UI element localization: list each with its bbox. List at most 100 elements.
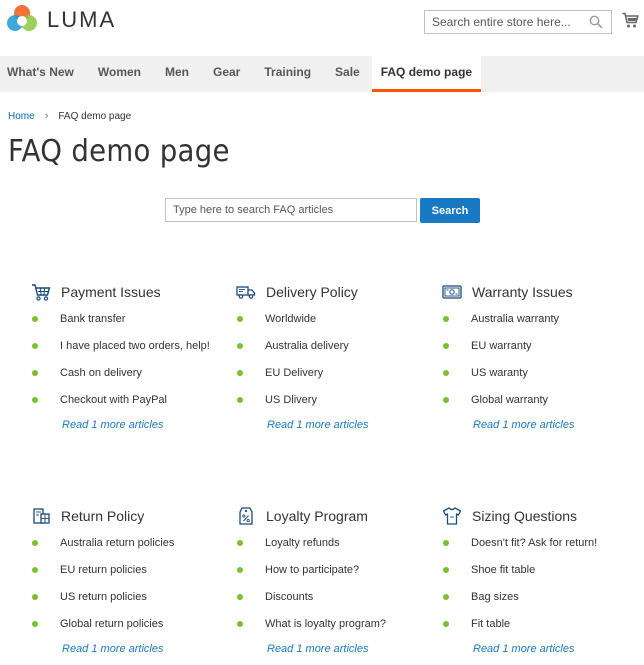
article-list: Worldwide Australia delivery EU Delivery… (236, 312, 436, 408)
category-header: Warranty Issues (442, 281, 642, 303)
bullet-icon (443, 370, 449, 376)
bullet-icon (237, 567, 243, 573)
article-title: Cash on delivery (60, 367, 142, 379)
article-link[interactable]: US Dlivery (236, 393, 436, 408)
article-list: Australia warranty EU warranty US warant… (442, 312, 642, 408)
article-list: Australia return policies EU return poli… (31, 536, 231, 632)
breadcrumb-current: FAQ demo page (58, 110, 132, 122)
article-title: Doesn't fit? Ask for return! (471, 537, 598, 549)
nav-item-sale[interactable]: Sale (323, 56, 372, 92)
faq-search-button[interactable]: Search (420, 198, 480, 223)
article-link[interactable]: US waranty (442, 366, 642, 381)
breadcrumb-separator: › (44, 110, 49, 122)
bullet-icon (32, 540, 38, 546)
article-title: Loyalty refunds (265, 537, 340, 549)
article-link[interactable]: What is loyalty program? (236, 617, 436, 632)
faq-search-box (165, 198, 417, 222)
category-title[interactable]: Delivery Policy (266, 284, 358, 300)
article-link[interactable]: Doesn't fit? Ask for return! (442, 536, 642, 551)
cart-icon[interactable] (622, 12, 639, 29)
article-title: Australia delivery (265, 340, 349, 352)
article-title: Worldwide (265, 313, 317, 325)
logo-text: LUMA (47, 7, 117, 32)
article-link[interactable]: Discounts (236, 590, 436, 605)
article-title: Bank transfer (60, 313, 126, 325)
nav-item-whats-new[interactable]: What's New (0, 56, 86, 92)
read-more-link[interactable]: Read 1 more articles (31, 643, 231, 655)
category-title[interactable]: Warranty Issues (472, 284, 573, 300)
article-link[interactable]: EU return policies (31, 563, 231, 578)
article-title: Australia warranty (471, 313, 560, 325)
category-title[interactable]: Payment Issues (61, 284, 161, 300)
bullet-icon (443, 540, 449, 546)
bullet-icon (32, 594, 38, 600)
article-title: How to participate? (265, 564, 360, 576)
read-more-link[interactable]: Read 1 more articles (442, 419, 642, 431)
article-link[interactable]: I have placed two orders, help! (31, 339, 231, 354)
faq-category-warranty-issues: Warranty Issues Australia warranty EU wa… (442, 281, 642, 431)
faq-search-input[interactable] (166, 199, 414, 221)
faq-category-sizing-questions: Sizing Questions Doesn't fit? Ask for re… (442, 505, 642, 655)
bullet-icon (32, 621, 38, 627)
read-more-link[interactable]: Read 1 more articles (236, 643, 436, 655)
nav-item-faq-demo-page[interactable]: FAQ demo page (371, 56, 482, 92)
luma-logo-icon (7, 5, 37, 31)
bullet-icon (237, 343, 243, 349)
article-link[interactable]: Worldwide (236, 312, 436, 327)
category-title[interactable]: Loyalty Program (266, 508, 368, 524)
bullet-icon (237, 316, 243, 322)
article-link[interactable]: Australia warranty (442, 312, 642, 327)
bullet-icon (32, 397, 38, 403)
bullet-icon (443, 343, 449, 349)
nav-item-women[interactable]: Women (86, 56, 153, 92)
article-link[interactable]: Australia delivery (236, 339, 436, 354)
article-title: EU Delivery (265, 367, 324, 379)
bullet-icon (32, 316, 38, 322)
nav-item-men[interactable]: Men (153, 56, 201, 92)
truck-icon (236, 286, 256, 299)
article-link[interactable]: Global return policies (31, 617, 231, 632)
article-title: What is loyalty program? (265, 618, 387, 630)
store-search-input[interactable] (425, 11, 575, 33)
read-more-link[interactable]: Read 1 more articles (236, 419, 436, 431)
category-title[interactable]: Return Policy (61, 508, 144, 524)
category-title[interactable]: Sizing Questions (472, 508, 577, 524)
bullet-icon (32, 567, 38, 573)
faq-category-payment-issues: Payment Issues Bank transfer I have plac… (31, 281, 231, 431)
article-link[interactable]: Global warranty (442, 393, 642, 408)
category-header: Payment Issues (31, 281, 231, 303)
article-link[interactable]: Cash on delivery (31, 366, 231, 381)
read-more-link[interactable]: Read 1 more articles (31, 419, 231, 431)
shirt-icon (442, 507, 462, 525)
article-link[interactable]: How to participate? (236, 563, 436, 578)
bullet-icon (443, 567, 449, 573)
article-list: Bank transfer I have placed two orders, … (31, 312, 231, 408)
article-link[interactable]: Fit table (442, 617, 642, 632)
article-link[interactable]: US return policies (31, 590, 231, 605)
bullet-icon (32, 370, 38, 376)
discount-tag-icon (239, 507, 253, 525)
article-link[interactable]: Shoe fit table (442, 563, 642, 578)
article-link[interactable]: Loyalty refunds (236, 536, 436, 551)
nav-item-training[interactable]: Training (252, 56, 323, 92)
bullet-icon (237, 370, 243, 376)
bullet-icon (443, 397, 449, 403)
category-header: Sizing Questions (442, 505, 642, 527)
article-title: Australia return policies (60, 537, 175, 549)
article-link[interactable]: EU warranty (442, 339, 642, 354)
read-more-link[interactable]: Read 1 more articles (442, 643, 642, 655)
article-link[interactable]: Bank transfer (31, 312, 231, 327)
nav-item-gear[interactable]: Gear (201, 56, 252, 92)
breadcrumb-home-link[interactable]: Home (8, 111, 35, 122)
store-search-box (424, 10, 612, 34)
return-box-icon (33, 508, 50, 524)
article-link[interactable]: Checkout with PayPal (31, 393, 231, 408)
article-title: Discounts (265, 591, 314, 603)
article-link[interactable]: Australia return policies (31, 536, 231, 551)
store-logo[interactable]: LUMA (6, 4, 116, 36)
article-link[interactable]: Bag sizes (442, 590, 642, 605)
bullet-icon (237, 540, 243, 546)
search-icon[interactable] (589, 15, 603, 29)
article-title: EU return policies (60, 564, 147, 576)
article-link[interactable]: EU Delivery (236, 366, 436, 381)
